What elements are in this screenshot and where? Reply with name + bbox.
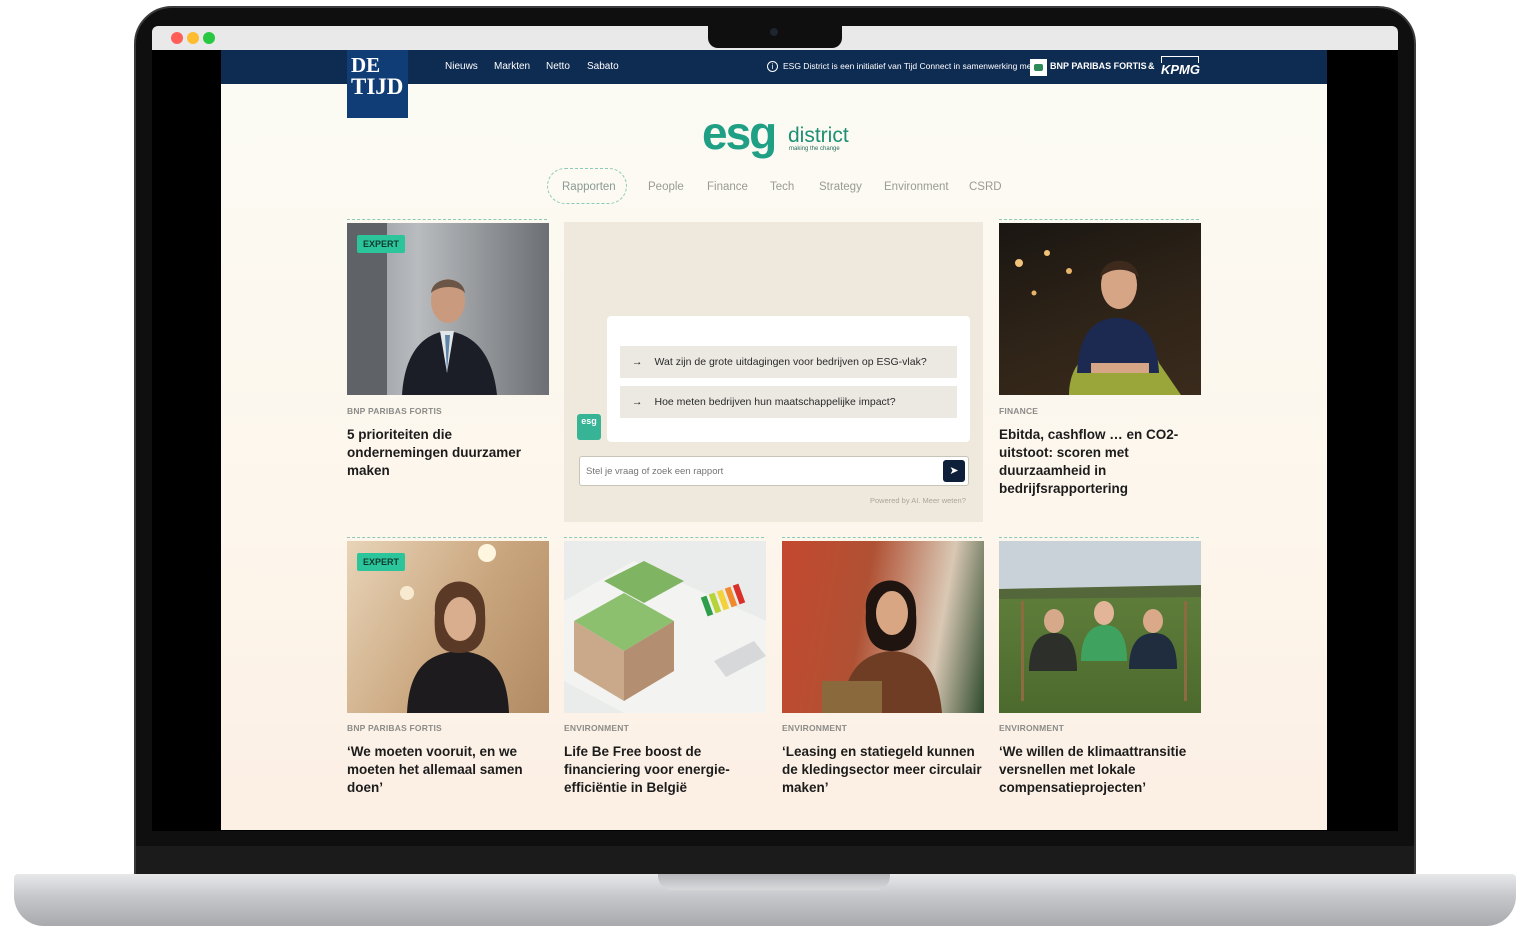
article-title[interactable]: Ebitda, cashflow … en CO2-uitstoot: scor…	[999, 426, 1189, 498]
ai-suggestion-item[interactable]: → Wat zijn de grote uitdagingen voor bedr…	[620, 346, 957, 378]
article-title[interactable]: ‘We moeten vooruit, en we moeten het all…	[347, 743, 552, 797]
article-category: FINANCE	[999, 406, 1039, 416]
article-image-businesswoman[interactable]: EXPERT	[347, 541, 549, 713]
laptop-base-notch	[658, 874, 890, 890]
partner-bnp: BNP PARIBAS FORTIS	[1050, 61, 1147, 71]
send-icon[interactable]: ➤	[943, 460, 965, 482]
district-word: district	[788, 124, 849, 147]
card-divider	[999, 219, 1199, 220]
article-title[interactable]: ‘We willen de klimaattransitie versnelle…	[999, 743, 1199, 797]
article-category: BNP PARIBAS FORTIS	[347, 406, 442, 416]
ai-suggestion-text: Wat zijn de grote uitdagingen voor bedri…	[654, 356, 927, 368]
arrow-right-icon: →	[632, 356, 643, 368]
article-category: ENVIRONMENT	[782, 723, 848, 733]
card-divider	[564, 537, 764, 538]
nav-link-sabato[interactable]: Sabato	[587, 61, 619, 72]
info-icon[interactable]: i	[767, 61, 778, 72]
kpmg-logo: KPMG	[1159, 56, 1201, 77]
card-divider	[782, 537, 982, 538]
card-divider	[347, 219, 547, 220]
article-category: ENVIRONMENT	[564, 723, 630, 733]
article-image-building[interactable]	[564, 541, 766, 713]
category-rapporten[interactable]: Rapporten	[562, 181, 616, 193]
brand-tagline: making the change	[789, 146, 840, 152]
ai-suggestion-item[interactable]: → Hoe meten bedrijven hun maatschappelijk…	[620, 386, 957, 418]
ai-question-field[interactable]: ➤	[579, 456, 969, 486]
category-environment[interactable]: Environment	[884, 181, 949, 193]
tree-planting-photo	[999, 585, 1201, 701]
logo-line-2: TIJD	[351, 73, 404, 99]
maximize-window-icon[interactable]	[203, 32, 215, 44]
ampersand: &	[1148, 61, 1155, 71]
card-divider	[999, 537, 1199, 538]
bnp-logo-icon	[1030, 59, 1047, 76]
esg-logo-text: esg	[702, 107, 777, 159]
article-title[interactable]: ‘Leasing en statiegeld kunnen de kleding…	[782, 743, 982, 797]
category-people[interactable]: People	[648, 181, 684, 193]
building-illustration	[564, 561, 766, 713]
ai-suggestions-box: → Wat zijn de grote uitdagingen voor bedr…	[607, 316, 970, 442]
web-page: Nieuws Markten Netto Sabato i ESG Distri…	[221, 50, 1327, 830]
article-image-speaker[interactable]	[999, 223, 1201, 395]
ai-question-input[interactable]	[586, 463, 936, 479]
close-window-icon[interactable]	[171, 32, 183, 44]
partnership-info-text: ESG District is een initiatief van Tijd …	[783, 61, 1034, 71]
esg-bot-label: esg	[581, 416, 597, 426]
arrow-right-icon: →	[632, 396, 643, 408]
article-title[interactable]: 5 prioriteiten die ondernemingen duurzam…	[347, 426, 552, 480]
ai-assistant-panel: → Wat zijn de grote uitdagingen voor bedr…	[564, 222, 983, 522]
expert-badge: EXPERT	[357, 553, 406, 571]
nav-link-markten[interactable]: Markten	[494, 61, 530, 72]
camera-icon	[770, 28, 778, 36]
nav-link-nieuws[interactable]: Nieuws	[445, 61, 478, 72]
minimize-window-icon[interactable]	[187, 32, 199, 44]
speaker-photo	[1015, 250, 1181, 395]
article-image-woman-smiling[interactable]	[782, 541, 984, 713]
expert-badge: EXPERT	[357, 235, 406, 253]
category-tech[interactable]: Tech	[770, 181, 794, 193]
woman-photo	[822, 580, 942, 713]
partner-kpmg: KPMG	[1161, 62, 1200, 77]
article-title[interactable]: Life Be Free boost de financiering voor …	[564, 743, 774, 797]
article-image-tree-planting[interactable]	[999, 541, 1201, 713]
esg-bot-avatar: esg	[577, 414, 601, 440]
category-finance[interactable]: Finance	[707, 181, 748, 193]
nav-link-netto[interactable]: Netto	[546, 61, 570, 72]
de-tijd-logo[interactable]: DE TIJD	[347, 50, 408, 118]
card-divider	[347, 537, 547, 538]
laptop-hinge	[136, 846, 1414, 876]
ai-suggestion-text: Hoe meten bedrijven hun maatschappelijke…	[654, 396, 896, 408]
logo-line-1: DE	[351, 53, 381, 77]
article-category: BNP PARIBAS FORTIS	[347, 723, 442, 733]
article-image-businessman[interactable]: EXPERT	[347, 223, 549, 395]
category-strategy[interactable]: Strategy	[819, 181, 862, 193]
article-category: ENVIRONMENT	[999, 723, 1065, 733]
powered-by-ai-link[interactable]: Powered by AI. Meer weten?	[870, 496, 966, 505]
category-csrd[interactable]: CSRD	[969, 181, 1002, 193]
